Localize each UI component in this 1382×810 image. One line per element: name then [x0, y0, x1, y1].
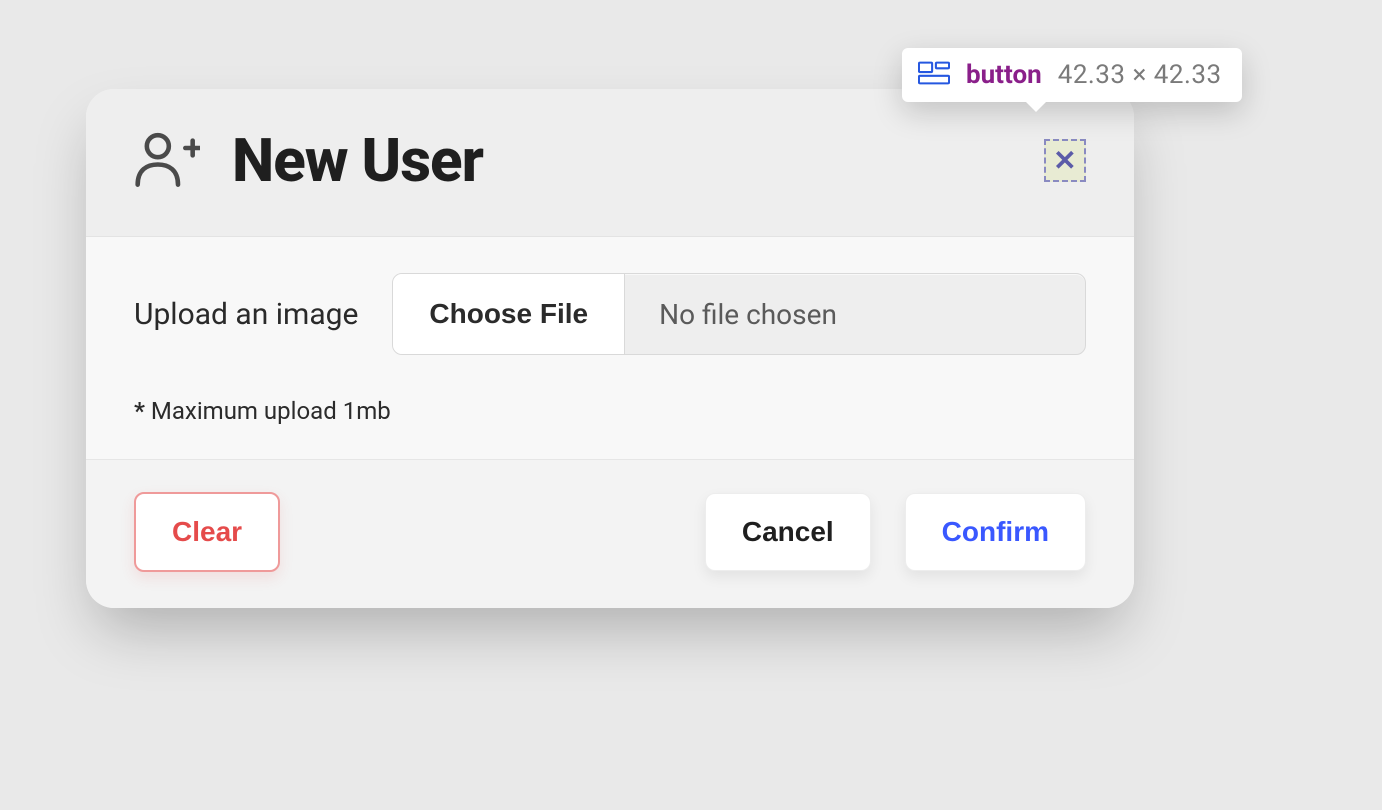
layout-icon: [918, 61, 950, 89]
modal-body: Upload an image Choose File No file chos…: [86, 237, 1134, 460]
confirm-button[interactable]: Confirm: [905, 493, 1086, 571]
modal-footer: Clear Cancel Confirm: [86, 460, 1134, 608]
file-status: No file chosen: [625, 274, 1085, 354]
upload-note: *Maximum upload 1mb: [134, 397, 1086, 425]
new-user-modal: New User ✕ Upload an image Choose File N…: [86, 89, 1134, 608]
clear-button[interactable]: Clear: [134, 492, 280, 572]
header-left: New User: [134, 125, 483, 196]
upload-row: Upload an image Choose File No file chos…: [134, 273, 1086, 355]
modal-header: New User ✕: [86, 89, 1134, 237]
cancel-button[interactable]: Cancel: [705, 493, 871, 571]
modal-title: New User: [232, 125, 483, 196]
close-button[interactable]: ✕: [1044, 139, 1086, 181]
upload-label: Upload an image: [134, 297, 358, 332]
note-asterisk: *: [134, 397, 145, 425]
user-plus-icon: [134, 129, 200, 193]
tooltip-tag: button: [966, 60, 1042, 90]
choose-file-button[interactable]: Choose File: [393, 274, 625, 354]
footer-right: Cancel Confirm: [705, 493, 1086, 571]
file-input[interactable]: Choose File No file chosen: [392, 273, 1086, 355]
devtools-tooltip: button 42.33 × 42.33: [902, 48, 1242, 102]
note-text: Maximum upload 1mb: [151, 397, 391, 425]
close-icon: ✕: [1053, 144, 1076, 177]
tooltip-dimensions: 42.33 × 42.33: [1058, 60, 1222, 90]
